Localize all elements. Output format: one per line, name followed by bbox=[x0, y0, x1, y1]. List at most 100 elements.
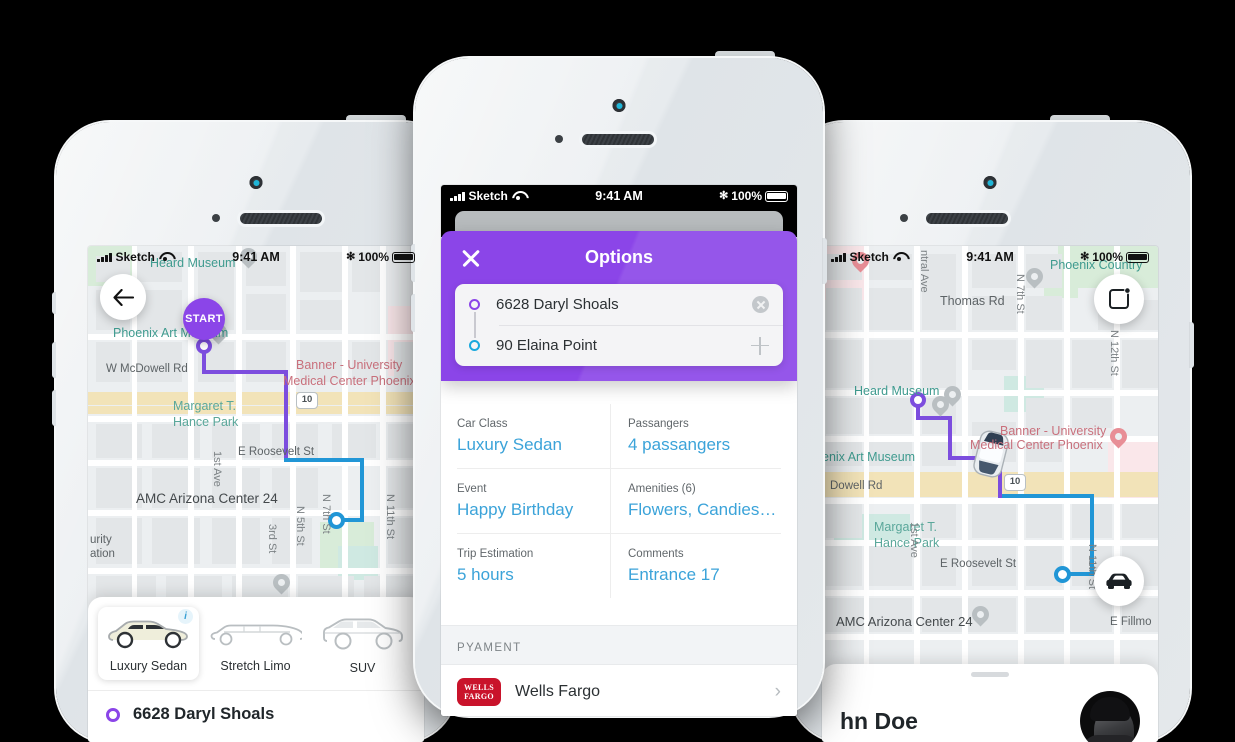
map-label: N 11th St bbox=[384, 494, 396, 540]
detail-cell-amenities[interactable]: Amenities (6) Flowers, Candies… bbox=[610, 469, 781, 533]
car-icon bbox=[1106, 573, 1132, 589]
address-card: 6628 Daryl Shoals 90 Elaina Point bbox=[455, 284, 783, 366]
center-phone-volume-down[interactable] bbox=[411, 294, 415, 332]
right-phone-sensor-icon bbox=[900, 214, 908, 222]
route-segment bbox=[1090, 494, 1094, 520]
map-label: Banner - University bbox=[296, 358, 403, 372]
detail-value: Happy Birthday bbox=[457, 500, 574, 519]
map-poi-pin[interactable] bbox=[968, 602, 993, 628]
clear-icon[interactable] bbox=[752, 296, 769, 313]
avatar[interactable] bbox=[1080, 691, 1140, 742]
map-label: Hance Park bbox=[874, 536, 940, 550]
car-option-luxury-sedan[interactable]: i Luxury Sedan bbox=[98, 607, 199, 680]
map-label: Dowell Rd bbox=[830, 480, 883, 492]
pickup-address-label: 6628 Daryl Shoals bbox=[133, 705, 275, 723]
car-option-stretch-limo[interactable]: Stretch Limo bbox=[205, 607, 306, 680]
detail-value: Entrance 17 bbox=[628, 565, 720, 584]
detail-cell-car-class[interactable]: Car Class Luxury Sedan bbox=[457, 404, 610, 468]
car-option-suv[interactable]: SUV bbox=[312, 607, 413, 682]
sheet-grabber[interactable] bbox=[971, 672, 1009, 677]
detail-label: Amenities (6) bbox=[628, 483, 696, 495]
dropoff-address-row[interactable]: 90 Elaina Point bbox=[455, 325, 783, 366]
route-end-node bbox=[1054, 566, 1071, 583]
left-phone-mute-switch[interactable] bbox=[52, 292, 56, 314]
map-label: 1st Ave bbox=[908, 522, 920, 558]
recenter-button[interactable] bbox=[1094, 274, 1144, 324]
detail-cell-comments[interactable]: Comments Entrance 17 bbox=[610, 534, 781, 598]
center-status-bar: Sketch 9:41 AM ✻ 100% bbox=[441, 185, 797, 207]
left-phone: 10 Heard Museum Phoenix Art Museum W McD… bbox=[52, 115, 456, 742]
left-phone-speaker bbox=[240, 213, 322, 224]
map-label: W McDowell Rd bbox=[106, 363, 188, 375]
center-phone-sensor-icon bbox=[555, 135, 563, 143]
driver-name-label: hn Doe bbox=[840, 707, 918, 734]
map-label: enix Art Museum bbox=[822, 450, 916, 464]
route-segment bbox=[360, 458, 364, 522]
bluetooth-icon: ✻ bbox=[346, 250, 356, 263]
map-poi-pin[interactable] bbox=[1106, 424, 1131, 450]
pickup-address-row[interactable]: 6628 Daryl Shoals bbox=[88, 690, 424, 738]
payment-provider-label: Wells Fargo bbox=[515, 683, 601, 700]
battery-full-icon bbox=[765, 190, 788, 202]
map-label: E Roosevelt St bbox=[238, 446, 315, 458]
payment-method-row[interactable]: WELLS FARGO Wells Fargo › bbox=[441, 665, 797, 716]
recenter-icon bbox=[1109, 288, 1130, 309]
right-phone-power[interactable] bbox=[1190, 322, 1194, 368]
map-label: Medical Center Phoenix bbox=[283, 374, 416, 388]
right-phone-speaker bbox=[926, 213, 1008, 224]
status-right: ✻ 100% bbox=[719, 189, 788, 203]
pickup-address-value: 6628 Daryl Shoals bbox=[496, 296, 619, 313]
right-phone: 10 Phoenix Country Thomas Rd Heard Museu… bbox=[790, 115, 1194, 742]
detail-value: 4 passangers bbox=[628, 435, 731, 454]
sedan-icon bbox=[107, 620, 188, 649]
vehicle-button[interactable] bbox=[1094, 556, 1144, 606]
route-segment bbox=[948, 416, 952, 460]
status-right: ✻ 100% bbox=[1080, 250, 1149, 264]
map-label: Heard Museum bbox=[854, 384, 940, 398]
left-bottom-sheet: i Luxury Sedan Stretch Limo SUV 6628 Dar… bbox=[88, 597, 424, 742]
info-badge-icon[interactable]: i bbox=[178, 609, 193, 624]
route-segment bbox=[284, 458, 364, 462]
map-label: E Fillmo bbox=[1110, 616, 1152, 628]
map-label: Margaret T. bbox=[874, 520, 937, 534]
left-phone-volume-down[interactable] bbox=[52, 390, 56, 426]
center-phone-speaker bbox=[582, 134, 654, 145]
route-segment bbox=[202, 370, 288, 374]
left-phone-volume-up[interactable] bbox=[52, 342, 56, 378]
add-icon[interactable] bbox=[751, 336, 769, 355]
map-poi-pin[interactable] bbox=[928, 392, 953, 418]
center-phone-screen: Sketch 9:41 AM ✻ 100% Options 6628 Daryl… bbox=[441, 185, 797, 716]
highway-shield-10: 10 bbox=[296, 392, 318, 409]
suv-icon bbox=[322, 618, 403, 650]
logo-line-1: WELLS bbox=[464, 683, 494, 692]
map-label: urity bbox=[90, 534, 112, 546]
options-header: Options bbox=[441, 231, 797, 284]
options-title: Options bbox=[585, 247, 653, 267]
payment-section-title: PYAMENT bbox=[441, 625, 797, 665]
driver-sheet: hn Doe bbox=[822, 664, 1158, 742]
bluetooth-icon: ✻ bbox=[719, 189, 729, 202]
detail-cell-passengers[interactable]: Passangers 4 passangers bbox=[610, 404, 781, 468]
driver-row[interactable]: hn Doe bbox=[822, 691, 1158, 742]
dropoff-marker-icon bbox=[469, 340, 480, 351]
map-poi-pin[interactable] bbox=[1022, 264, 1047, 290]
detail-value: Flowers, Candies… bbox=[628, 500, 777, 519]
right-phone-camera-icon bbox=[983, 176, 997, 189]
bluetooth-icon: ✻ bbox=[1080, 250, 1090, 263]
pickup-marker-icon bbox=[469, 299, 480, 310]
back-button[interactable] bbox=[100, 274, 146, 320]
car-class-list: i Luxury Sedan Stretch Limo SUV bbox=[88, 597, 424, 690]
center-phone: Sketch 9:41 AM ✻ 100% Options 6628 Daryl… bbox=[411, 51, 827, 716]
detail-cell-event[interactable]: Event Happy Birthday bbox=[457, 469, 610, 533]
detail-label: Trip Estimation bbox=[457, 548, 534, 560]
right-phone-screen: 10 Phoenix Country Thomas Rd Heard Museu… bbox=[822, 246, 1158, 742]
detail-cell-trip-estimation[interactable]: Trip Estimation 5 hours bbox=[457, 534, 610, 598]
map-label: Banner - University bbox=[1000, 424, 1107, 438]
battery-label: 100% bbox=[731, 189, 762, 203]
map-label: E Roosevelt St bbox=[940, 558, 1017, 570]
map-label: Medical Center Phoenix bbox=[970, 438, 1103, 452]
pickup-address-row[interactable]: 6628 Daryl Shoals bbox=[455, 284, 783, 325]
left-status-bar: Sketch 9:41 AM ✻ 100% bbox=[88, 246, 424, 268]
start-pin[interactable]: START bbox=[183, 298, 225, 340]
map-poi-pin[interactable] bbox=[269, 570, 294, 596]
